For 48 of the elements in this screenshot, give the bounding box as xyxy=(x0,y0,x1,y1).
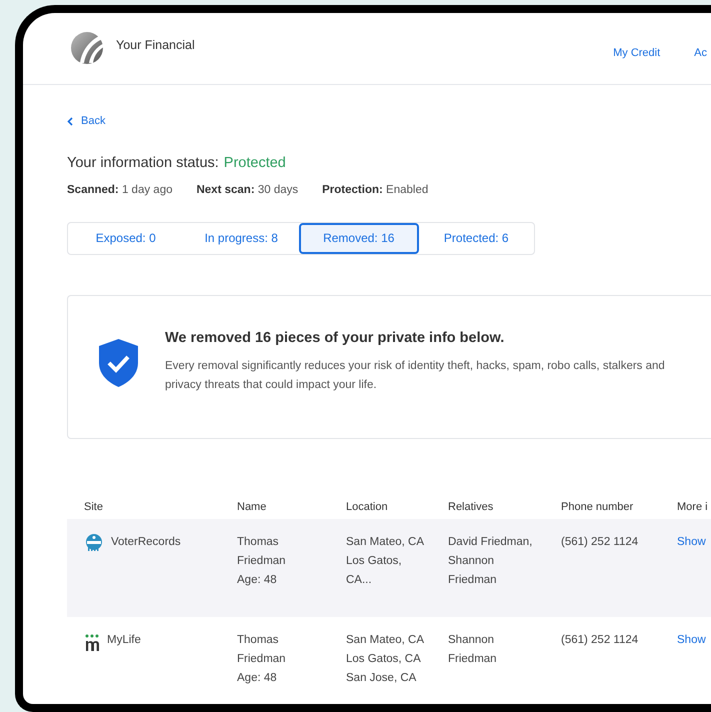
chevron-left-icon xyxy=(67,116,73,126)
back-link[interactable]: Back xyxy=(67,113,106,130)
person-name: Age: 48 xyxy=(237,670,278,686)
site-name: MyLife xyxy=(107,632,141,648)
location-text: Los Gatos, CA xyxy=(346,652,422,666)
column-header: Relatives xyxy=(448,500,494,514)
phone-number: (561) 252 1124 xyxy=(561,634,638,646)
relative-name: Friedman xyxy=(448,572,498,588)
scan-info: Scanned: 1 day ago xyxy=(67,183,172,198)
site-name: VoterRecords xyxy=(111,534,181,550)
nav-link[interactable]: My Credit xyxy=(613,45,660,62)
location-text: CA... xyxy=(346,572,373,588)
ballot-box-icon xyxy=(84,532,104,552)
status-label: Your information status: xyxy=(67,154,219,172)
brand-name: Your Financial xyxy=(116,37,195,54)
person-name: Friedman xyxy=(237,554,287,568)
person-name: Age: 48 xyxy=(237,572,278,588)
person-name: Friedman xyxy=(237,652,287,666)
relative-name: Shannon xyxy=(448,554,496,568)
column-header: Location xyxy=(346,500,389,514)
phone-number: (561) 252 1124 xyxy=(561,536,638,548)
status-tab[interactable]: Exposed: 0 xyxy=(68,222,184,254)
relative-name: David Friedman, xyxy=(448,534,534,550)
status-tab[interactable]: Protected: 6 xyxy=(418,222,534,254)
location-text: San Mateo, CA xyxy=(346,632,425,648)
letter-m-icon xyxy=(84,634,100,652)
status-tab[interactable]: In progress: 8 xyxy=(184,222,299,254)
scan-info: Protection: Enabled xyxy=(322,183,428,198)
notice-title: We removed 16 pieces of your private info below. xyxy=(165,329,506,348)
show-link[interactable]: Show xyxy=(677,634,706,646)
scan-info: Next scan: 30 days xyxy=(196,183,298,198)
shield-check-icon xyxy=(98,338,139,388)
show-link[interactable]: Show xyxy=(677,536,706,548)
location-text: Los Gatos, xyxy=(346,554,403,568)
location-text: San Jose, CA xyxy=(346,670,418,686)
column-header: More i xyxy=(677,500,709,514)
relative-name: Friedman xyxy=(448,652,498,666)
column-header: Phone number xyxy=(561,500,634,514)
column-header: Site xyxy=(84,500,104,514)
person-name: Thomas xyxy=(237,632,280,648)
status-tab[interactable]: Removed: 16 xyxy=(299,222,418,254)
location-text: San Mateo, CA xyxy=(346,534,425,550)
relative-name: Shannon xyxy=(448,632,496,648)
notice-text: Every removal significantly reduces your risk of identity theft, hacks, spam, robo calls, stalkers and privacy threats that could impact your life. xyxy=(165,358,666,393)
column-header: Name xyxy=(237,500,268,514)
status-value: Protected xyxy=(224,154,286,172)
nav-link[interactable]: Ac xyxy=(694,45,707,62)
person-name: Thomas xyxy=(237,534,280,550)
